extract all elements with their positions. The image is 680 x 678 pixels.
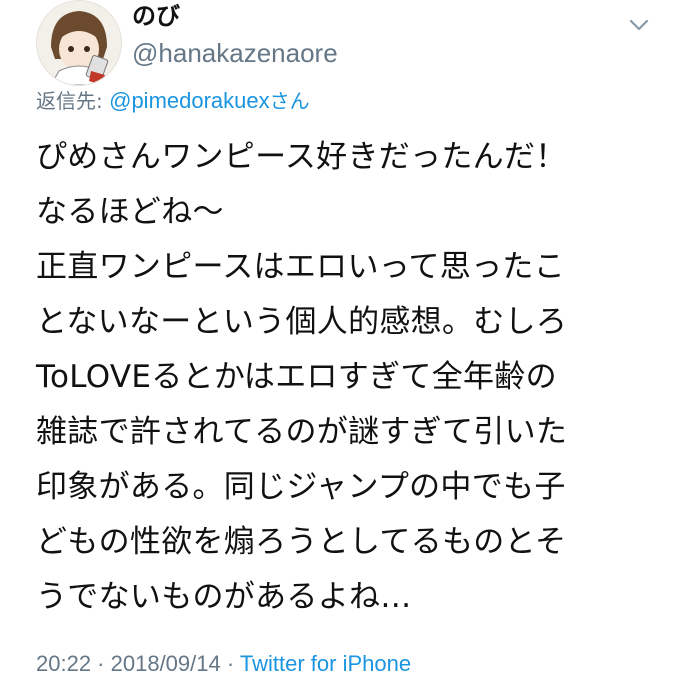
reply-suffix: さん bbox=[269, 89, 310, 113]
tweet-line: ぴめさんワンピース好きだったんだ！ bbox=[36, 139, 567, 175]
chevron-down-icon[interactable] bbox=[628, 14, 650, 36]
reply-user-link[interactable]: @pimedorakuex bbox=[109, 88, 270, 113]
meta-separator: · bbox=[91, 651, 111, 676]
tweet-detail: のび @hanakazenaore 返信先: @pimedorakuexさん ぴ… bbox=[0, 0, 680, 678]
tweet-line: 印象がある。同じジャンプの中でも子 bbox=[36, 469, 566, 505]
source-link[interactable]: Twitter for iPhone bbox=[240, 651, 411, 676]
avatar[interactable] bbox=[36, 0, 122, 86]
meta-separator: · bbox=[220, 651, 240, 676]
tweet-text: ぴめさんワンピース好きだったんだ！ なるほどね〜 正直ワンピースはエロいって思っ… bbox=[36, 130, 676, 625]
user-handle[interactable]: @hanakazenaore bbox=[132, 38, 338, 68]
reply-context: 返信先: @pimedorakuexさん bbox=[36, 86, 310, 116]
tweet-line: なるほどね〜 bbox=[36, 194, 224, 230]
tweet-line: ToLOVEるとかはエロすぎて全年齢の bbox=[36, 359, 557, 395]
tweet-date[interactable]: 2018/09/14 bbox=[111, 651, 221, 676]
tweet-metadata: 20:22 · 2018/09/14 · Twitter for iPhone bbox=[36, 651, 411, 677]
tweet-time[interactable]: 20:22 bbox=[36, 651, 91, 676]
tweet-line: 正直ワンピースはエロいって思ったこ bbox=[36, 249, 565, 285]
tweet-line: どもの性欲を煽ろうとしてるものとそ bbox=[36, 524, 567, 560]
tweet-line: うでないものがあるよね… bbox=[36, 579, 412, 615]
tweet-line: とないなーという個人的感想。むしろ bbox=[36, 304, 568, 340]
avatar-illustration bbox=[37, 1, 121, 85]
reply-label: 返信先: bbox=[36, 89, 110, 113]
tweet-line: 雑誌で許されてるのが謎すぎて引いた bbox=[36, 414, 568, 450]
display-name[interactable]: のび bbox=[132, 2, 180, 30]
